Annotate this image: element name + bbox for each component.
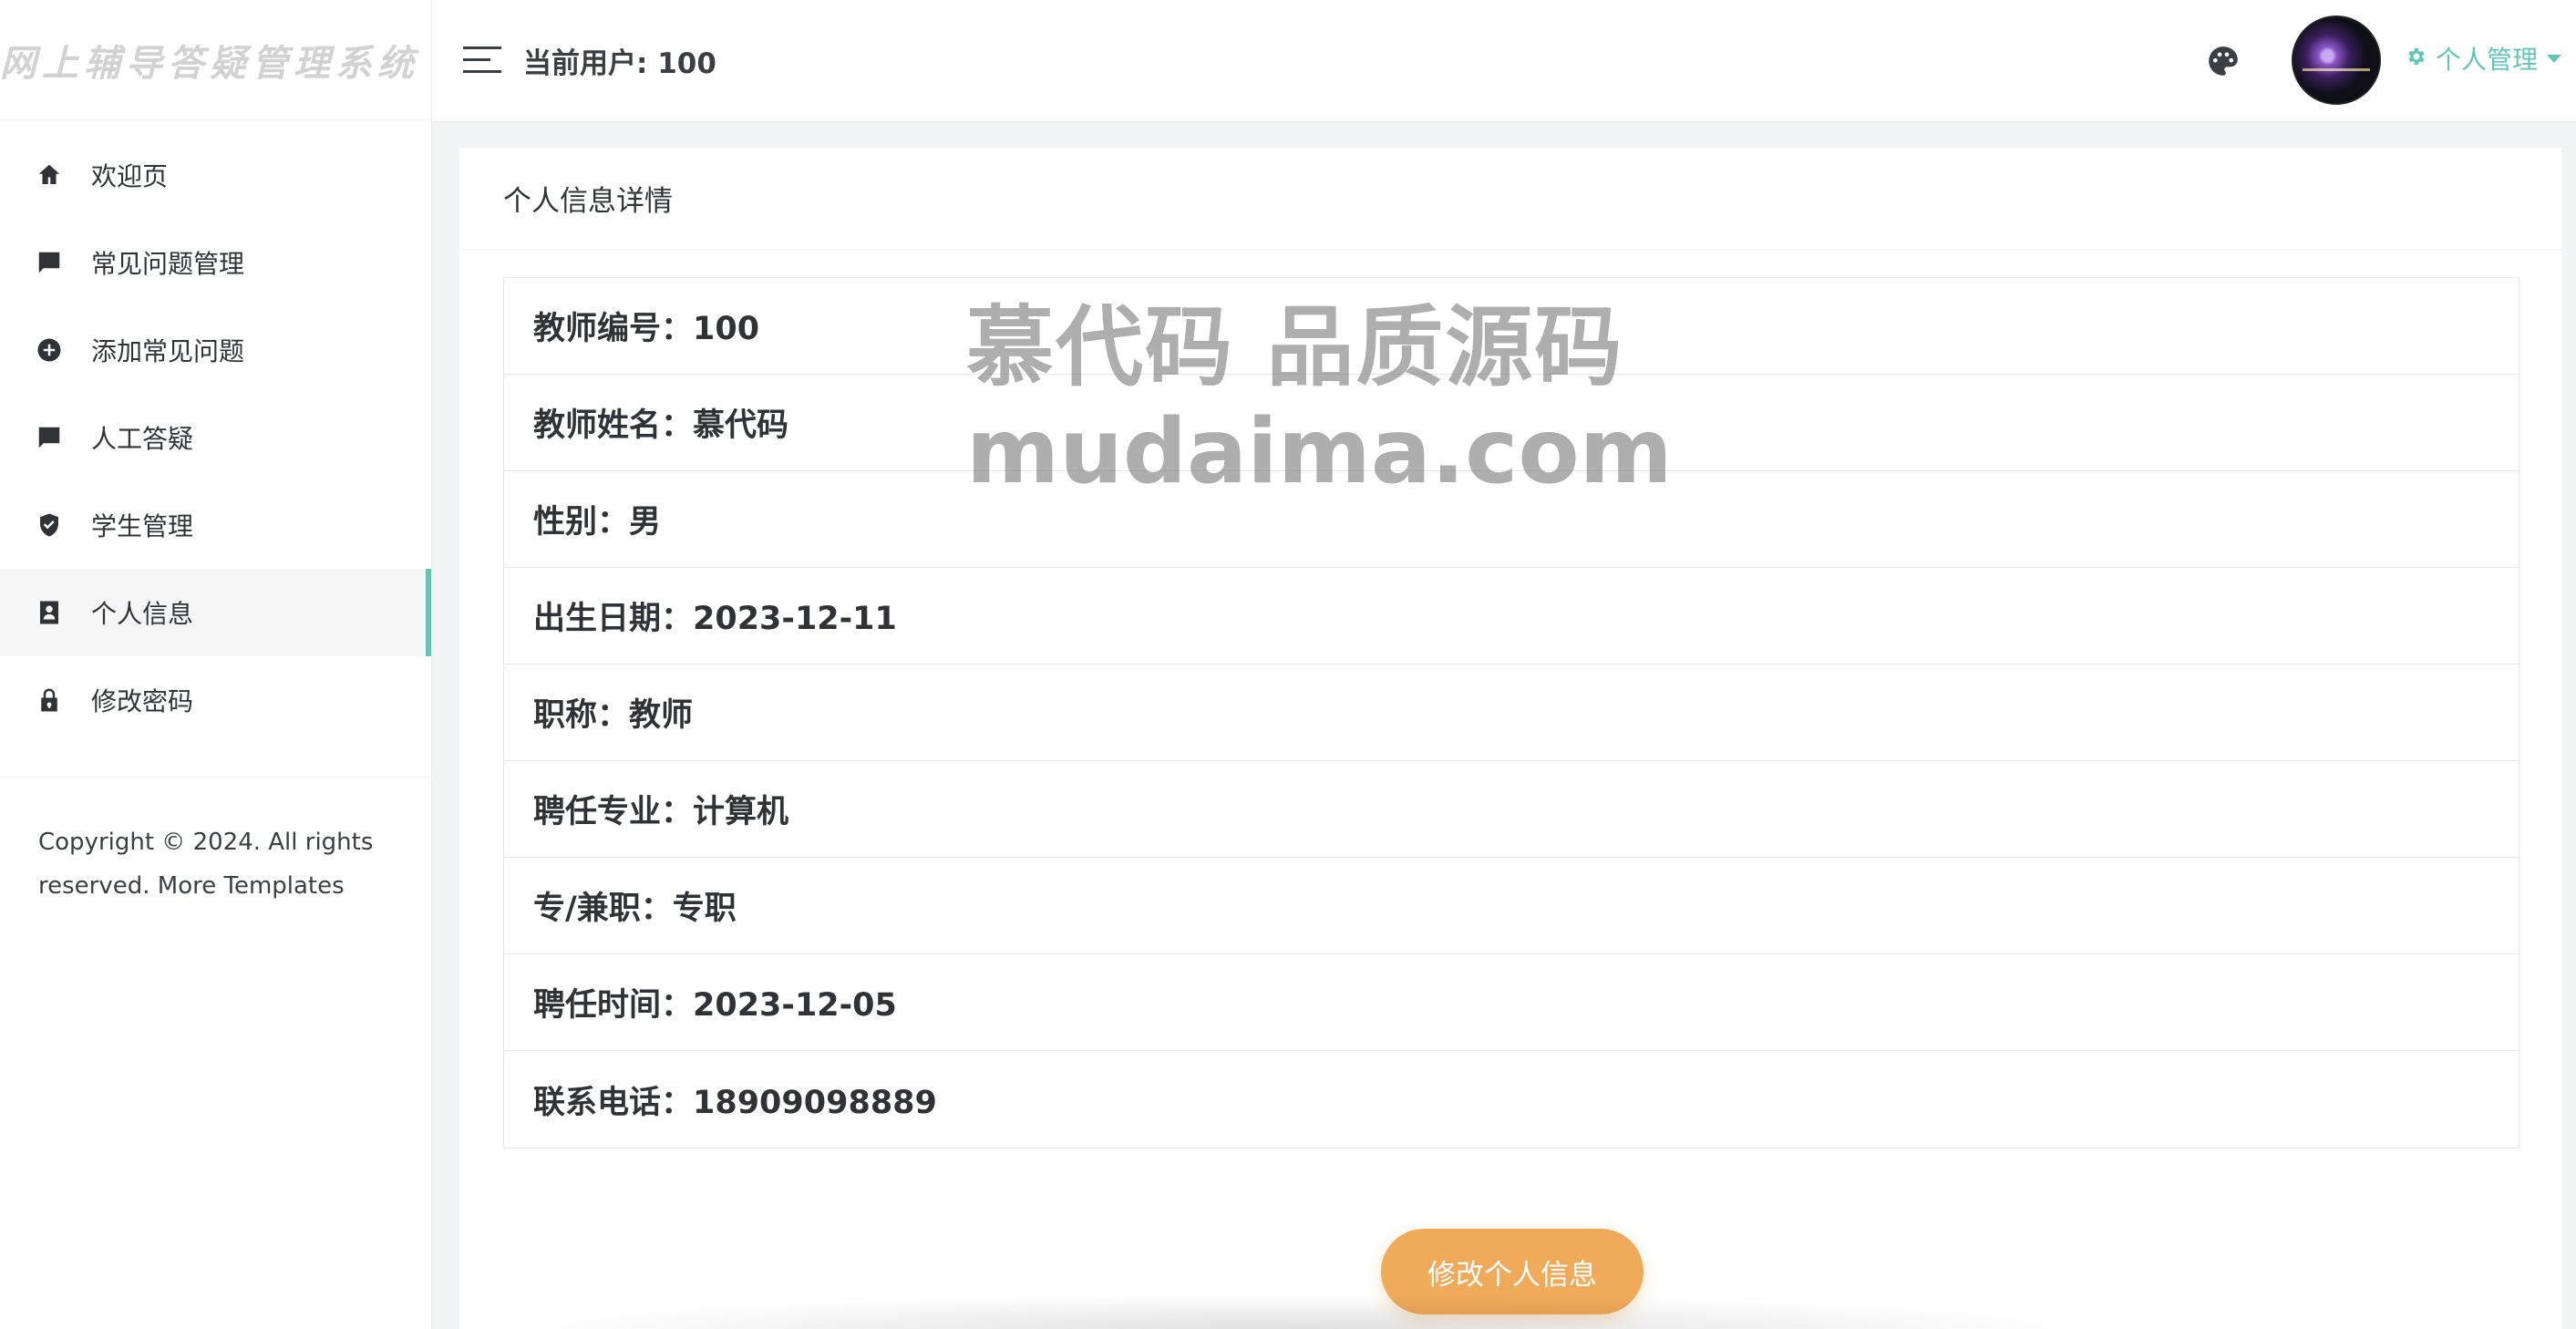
sidebar-item-label: 个人信息 bbox=[91, 599, 194, 629]
home-icon bbox=[35, 160, 64, 190]
sidebar: 网上辅导答疑管理系统 欢迎页 常见问题管理 添加常见问题 人工答疑 学生管理 个… bbox=[0, 0, 432, 1329]
copyright-line: reserved. More Templates bbox=[38, 872, 345, 900]
sidebar-item-label: 人工答疑 bbox=[91, 424, 194, 454]
plus-circle-icon bbox=[35, 335, 64, 365]
info-row-title: 职称：教师 bbox=[504, 664, 2519, 761]
info-row-hire-date: 聘任时间：2023-12-05 bbox=[504, 954, 2519, 1051]
comment-icon bbox=[35, 248, 64, 277]
info-row-major: 聘任专业：计算机 bbox=[504, 761, 2519, 858]
info-row-phone: 联系电话：18909098889 bbox=[533, 1084, 937, 1121]
user-menu-label: 个人管理 bbox=[2436, 45, 2539, 75]
sidebar-item-faq-management[interactable]: 常见问题管理 bbox=[0, 219, 431, 306]
sidebar-item-student-management[interactable]: 学生管理 bbox=[0, 481, 431, 569]
top-header: 当前用户: 100 个人管理 bbox=[432, 0, 2576, 122]
copyright-text: Copyright © 2024. All rights reserved. M… bbox=[38, 820, 403, 908]
sidebar-item-change-password[interactable]: 修改密码 bbox=[0, 656, 431, 744]
info-table: 教师编号：100 教师姓名：慕代码 性别：男 出生日期：2023-12-11 职… bbox=[503, 277, 2519, 1149]
lock-icon bbox=[35, 685, 64, 715]
personal-info-card: 个人信息详情 教师编号：100 教师姓名：慕代码 性别：男 出生日期：2023-… bbox=[459, 148, 2561, 1329]
contact-card-icon bbox=[35, 598, 64, 627]
sidebar-item-welcome[interactable]: 欢迎页 bbox=[0, 131, 431, 219]
sidebar-item-label: 添加常见问题 bbox=[91, 336, 245, 366]
sidebar-item-add-faq[interactable]: 添加常见问题 bbox=[0, 306, 431, 394]
info-row-gender: 性别：男 bbox=[504, 471, 2519, 568]
info-row-teacher-name: 教师姓名：慕代码 bbox=[504, 375, 2519, 471]
sidebar-item-personal-info[interactable]: 个人信息 bbox=[0, 569, 431, 656]
brand-title: 网上辅导答疑管理系统 bbox=[0, 41, 419, 85]
palette-icon[interactable] bbox=[2206, 44, 2241, 78]
brand-logo: 网上辅导答疑管理系统 bbox=[0, 0, 431, 120]
sidebar-item-label: 学生管理 bbox=[91, 511, 194, 541]
sidebar-item-manual-answer[interactable]: 人工答疑 bbox=[0, 394, 431, 481]
feedback-icon bbox=[35, 423, 64, 452]
info-row-teacher-id: 教师编号：100 bbox=[504, 278, 2519, 375]
sidebar-item-label: 欢迎页 bbox=[91, 161, 169, 191]
shield-check-icon bbox=[35, 510, 64, 540]
sidebar-item-label: 常见问题管理 bbox=[91, 249, 245, 279]
current-user-label: 当前用户: 100 bbox=[523, 47, 716, 80]
sidebar-divider bbox=[0, 777, 431, 778]
info-row-birth-date: 出生日期：2023-12-11 bbox=[504, 568, 2519, 664]
sidebar-menu: 欢迎页 常见问题管理 添加常见问题 人工答疑 学生管理 个人信息 修改密码 bbox=[0, 120, 431, 744]
sidebar-item-label: 修改密码 bbox=[91, 686, 194, 716]
caret-down-icon bbox=[2547, 54, 2562, 63]
copyright-line: Copyright © 2024. All rights bbox=[38, 829, 374, 856]
user-menu-dropdown[interactable]: 个人管理 bbox=[2405, 40, 2562, 77]
menu-toggle-icon[interactable] bbox=[463, 46, 501, 75]
gear-icon bbox=[2405, 44, 2436, 74]
avatar[interactable] bbox=[2292, 15, 2381, 105]
card-title: 个人信息详情 bbox=[459, 148, 2561, 250]
edit-personal-info-button[interactable]: 修改个人信息 bbox=[1381, 1229, 1643, 1314]
info-row-employment-type: 专/兼职：专职 bbox=[504, 858, 2519, 954]
